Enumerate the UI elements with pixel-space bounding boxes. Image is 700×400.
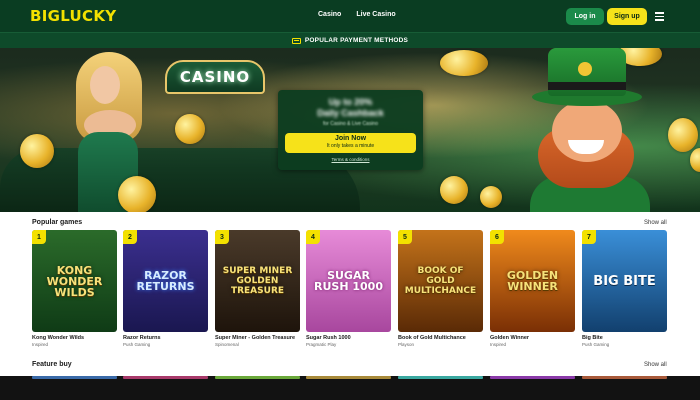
game-card[interactable]: SUPER MINER GOLDEN TREASURE 3 Super Mine… bbox=[215, 230, 300, 347]
feature-show-all-link[interactable]: Show all bbox=[644, 362, 667, 368]
rank-badge: 6 bbox=[490, 230, 504, 244]
game-provider: Spinomenal bbox=[215, 342, 239, 347]
popular-games-row: KONG WONDER WILDS 1 Kong Wonder Wilds In… bbox=[32, 230, 668, 350]
offer-subheadline: Daily Cashback bbox=[317, 108, 384, 118]
game-provider: Inspired bbox=[490, 342, 507, 347]
game-art-title: BOOK OF GOLD MULTICHANCE bbox=[404, 266, 477, 296]
gold-coin-image bbox=[175, 114, 205, 144]
game-thumbnail[interactable]: SUPER MINER GOLDEN TREASURE 3 bbox=[215, 230, 300, 332]
game-card[interactable] bbox=[123, 376, 208, 379]
signup-button[interactable]: Sign up bbox=[607, 8, 647, 25]
gold-coin-image bbox=[440, 176, 468, 204]
payment-methods-label: POPULAR PAYMENT METHODS bbox=[304, 37, 409, 44]
hamburger-menu-icon[interactable] bbox=[655, 12, 664, 21]
game-thumbnail[interactable]: KONG WONDER WILDS 1 bbox=[32, 230, 117, 332]
gold-coin-image bbox=[440, 50, 488, 76]
casino-sign-image: CASINO bbox=[165, 60, 265, 94]
game-thumbnail[interactable]: GOLDEN WINNER 6 bbox=[490, 230, 575, 332]
rank-badge: 5 bbox=[398, 230, 412, 244]
offer-details: for Casino & Live Casino bbox=[322, 121, 379, 127]
game-art-title: KONG WONDER WILDS bbox=[46, 263, 103, 299]
gold-coin-image bbox=[690, 148, 700, 172]
feature-buy-title: Feature buy bbox=[32, 361, 72, 368]
game-card[interactable] bbox=[32, 376, 117, 379]
payment-methods-bar[interactable]: POPULAR PAYMENT METHODS bbox=[0, 32, 700, 48]
rank-badge: 2 bbox=[123, 230, 137, 244]
nav-live-casino[interactable]: Live Casino bbox=[356, 11, 395, 18]
game-card[interactable]: KONG WONDER WILDS 1 Kong Wonder Wilds In… bbox=[32, 230, 117, 347]
main-nav: Casino Live Casino bbox=[318, 11, 396, 18]
game-art-title: BIG BITE bbox=[593, 273, 656, 289]
rank-badge: 1 bbox=[32, 230, 46, 244]
offer-headline: Up to 20% bbox=[328, 97, 373, 107]
credit-card-icon bbox=[291, 37, 301, 44]
rank-badge: 4 bbox=[306, 230, 320, 244]
terms-link[interactable]: Terms & conditions bbox=[278, 157, 423, 162]
game-art-title: RAZOR RETURNS bbox=[136, 269, 195, 293]
game-card[interactable] bbox=[490, 376, 575, 379]
game-card[interactable]: BIG BITE 7 Big Bite Push Gaming bbox=[582, 230, 667, 347]
popular-show-all-link[interactable]: Show all bbox=[644, 220, 667, 226]
game-provider: Playson bbox=[398, 342, 415, 347]
gold-coin-image bbox=[20, 134, 54, 168]
rank-badge: 7 bbox=[582, 230, 596, 244]
game-provider: Inspired bbox=[32, 342, 49, 347]
welcome-offer-card: Up to 20% Daily Cashback for Casino & Li… bbox=[278, 90, 423, 170]
site-logo[interactable]: BIGLUCKY bbox=[30, 7, 116, 25]
game-name[interactable]: Sugar Rush 1000 bbox=[306, 335, 391, 341]
feature-buy-row bbox=[0, 376, 700, 400]
game-name[interactable]: Golden Winner bbox=[490, 335, 575, 341]
game-thumbnail[interactable]: BOOK OF GOLD MULTICHANCE 5 bbox=[398, 230, 483, 332]
gold-coin-image bbox=[118, 176, 156, 212]
join-now-button[interactable]: Join Now It only takes a minute bbox=[285, 133, 416, 153]
game-art-title: GOLDEN WINNER bbox=[506, 269, 559, 293]
game-name[interactable]: Book of Gold Multichance bbox=[398, 335, 483, 341]
game-thumbnail[interactable]: BIG BITE 7 bbox=[582, 230, 667, 332]
popular-games-title: Popular games bbox=[32, 219, 83, 226]
game-provider: Push Gaming bbox=[582, 342, 610, 347]
game-provider: Push Gaming bbox=[123, 342, 151, 347]
game-card[interactable]: SUGAR RUSH 1000 4 Sugar Rush 1000 Pragma… bbox=[306, 230, 391, 347]
game-provider: Pragmatic Play bbox=[306, 342, 337, 347]
leprechaun-image bbox=[520, 48, 670, 212]
game-card[interactable]: RAZOR RETURNS 2 Razor Returns Push Gamin… bbox=[123, 230, 208, 347]
game-thumbnail[interactable]: SUGAR RUSH 1000 4 bbox=[306, 230, 391, 332]
game-name[interactable]: Big Bite bbox=[582, 335, 667, 341]
game-name[interactable]: Kong Wonder Wilds bbox=[32, 335, 117, 341]
game-card[interactable] bbox=[398, 376, 483, 379]
gold-coin-image bbox=[668, 118, 698, 152]
top-header: BIGLUCKY Casino Live Casino Log in Sign … bbox=[0, 0, 700, 32]
nav-casino[interactable]: Casino bbox=[318, 11, 341, 18]
login-button[interactable]: Log in bbox=[566, 8, 604, 25]
game-card[interactable]: GOLDEN WINNER 6 Golden Winner Inspired bbox=[490, 230, 575, 347]
game-card[interactable] bbox=[306, 376, 391, 379]
game-thumbnail[interactable]: RAZOR RETURNS 2 bbox=[123, 230, 208, 332]
game-art-title: SUPER MINER GOLDEN TREASURE bbox=[222, 266, 293, 296]
game-name[interactable]: Super Miner - Golden Treasure bbox=[215, 335, 300, 341]
gold-coin-image bbox=[480, 186, 502, 208]
game-card[interactable] bbox=[582, 376, 667, 379]
game-art-title: SUGAR RUSH 1000 bbox=[314, 269, 383, 293]
game-card[interactable]: BOOK OF GOLD MULTICHANCE 5 Book of Gold … bbox=[398, 230, 483, 347]
game-name[interactable]: Razor Returns bbox=[123, 335, 208, 341]
rank-badge: 3 bbox=[215, 230, 229, 244]
game-card[interactable] bbox=[215, 376, 300, 379]
